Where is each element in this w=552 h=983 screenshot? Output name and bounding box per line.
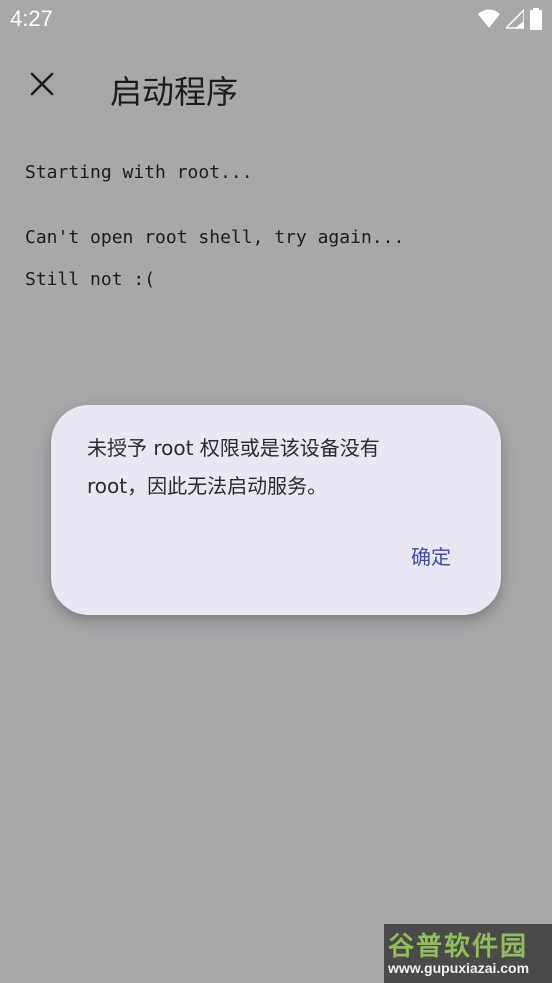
status-time: 4:27 [10, 6, 53, 31]
watermark-logo: 谷普软件园 www.gupuxiazai.com [384, 924, 552, 983]
close-icon [30, 72, 54, 100]
confirm-button[interactable]: 确定 [411, 541, 451, 570]
watermark-url: www.gupuxiazai.com [388, 960, 530, 976]
screen: 4:27 启动程序 Starting with root... Can't op… [0, 0, 552, 983]
watermark-brand: 谷普软件园 [388, 932, 529, 962]
alert-dialog: 未授予 root 权限或是该设备没有 root，因此无法启动服务。 确定 [51, 405, 501, 615]
dialog-message-line: root，因此无法启动服务。 [87, 474, 328, 498]
status-icons [478, 8, 542, 34]
wifi-icon [478, 9, 500, 33]
close-button[interactable] [18, 62, 66, 110]
cell-signal-icon [504, 8, 525, 33]
app-bar: 启动程序 [0, 50, 552, 126]
battery-icon [530, 8, 542, 34]
page-title: 启动程序 [110, 73, 239, 111]
log-line: Still not :( [25, 269, 156, 290]
dialog-message: 未授予 root 权限或是该设备没有 root，因此无法启动服务。 [87, 429, 457, 505]
log-line: Can't open root shell, try again... [25, 227, 405, 248]
log-line: Starting with root... [25, 162, 253, 183]
status-bar: 4:27 [0, 0, 552, 38]
dialog-message-line: 未授予 root 权限或是该设备没有 [87, 436, 380, 460]
